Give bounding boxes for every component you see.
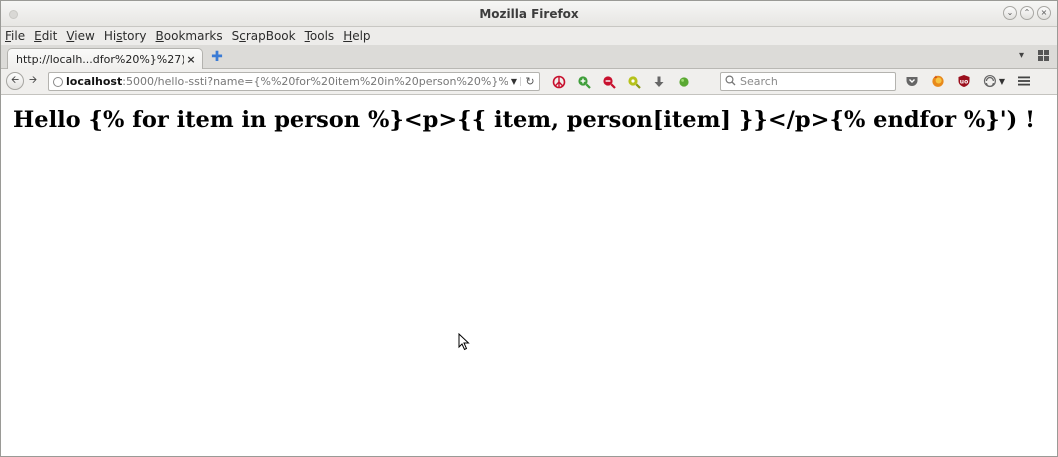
pocket-icon[interactable] (905, 74, 919, 88)
back-arrow-icon[interactable]: 🡨 (6, 72, 24, 90)
download-arrow-icon[interactable] (652, 75, 666, 89)
list-all-tabs-icon[interactable]: ▾ (1019, 50, 1024, 61)
menu-file[interactable]: File (5, 29, 25, 43)
window-title: Mozilla Firefox (479, 6, 579, 21)
tab-active[interactable]: http://localh...dfor%20%}%27) × (7, 48, 203, 69)
window-controls: ⌄ ⌃ × (1003, 6, 1051, 20)
page-content: Hello {% for item in person %}<p>{{ item… (1, 97, 1057, 456)
firefox-addon-icon[interactable] (931, 74, 945, 88)
zoom-in-icon[interactable] (577, 75, 591, 89)
svg-text:uo: uo (960, 78, 968, 85)
search-bar[interactable] (720, 72, 896, 91)
site-identity-icon[interactable] (53, 76, 63, 87)
hamburger-menu-icon[interactable] (1017, 74, 1031, 88)
search-icon (725, 74, 736, 89)
tab-strip-right: ▾ (1019, 50, 1049, 61)
mouse-pointer-icon (458, 332, 470, 355)
url-text[interactable]: localhost:5000/hello-ssti?name={%%20for%… (66, 75, 508, 88)
window-menu-icon[interactable] (9, 10, 18, 19)
menu-edit[interactable]: Edit (34, 29, 57, 43)
tab-strip: http://localh...dfor%20%}%27) × ✚ ▾ (1, 45, 1057, 69)
zoom-out-icon[interactable] (602, 75, 616, 89)
menu-bar: File Edit View History Bookmarks ScrapBo… (1, 27, 1057, 45)
page-heading: Hello {% for item in person %}<p>{{ item… (13, 107, 1036, 133)
tab-close-icon[interactable]: × (184, 53, 198, 66)
menu-bookmarks[interactable]: Bookmarks (156, 29, 223, 43)
title-bar: Mozilla Firefox ⌄ ⌃ × (1, 1, 1057, 27)
minimize-icon[interactable]: ⌄ (1003, 6, 1017, 20)
maximize-icon[interactable]: ⌃ (1020, 6, 1034, 20)
new-tab-icon[interactable]: ✚ (210, 50, 224, 64)
url-history-dropdown-icon[interactable]: ▼ (508, 77, 521, 86)
nav-buttons: 🡨 🡪 (6, 72, 40, 90)
navigation-toolbar: 🡨 🡪 localhost:5000/hello-ssti?name={%%20… (1, 69, 1057, 95)
zoom-reset-icon[interactable] (627, 75, 641, 89)
menu-history[interactable]: History (104, 29, 147, 43)
tab-label: http://localh...dfor%20%}%27) (16, 52, 184, 66)
toolbar-addons (552, 74, 691, 90)
green-status-icon[interactable] (677, 75, 691, 89)
tab-groups-icon[interactable] (1038, 50, 1049, 61)
sync-menu-icon[interactable]: ▼ (983, 74, 1005, 88)
close-window-icon[interactable]: × (1037, 6, 1051, 20)
peace-sign-icon[interactable] (552, 75, 566, 89)
ublock-shield-icon[interactable]: uo (957, 74, 971, 88)
reload-icon[interactable]: ↻ (521, 75, 539, 88)
menu-view[interactable]: View (66, 29, 94, 43)
search-input[interactable] (736, 75, 880, 88)
menu-tools[interactable]: Tools (305, 29, 335, 43)
url-bar[interactable]: localhost:5000/hello-ssti?name={%%20for%… (48, 72, 540, 91)
browser-window: Mozilla Firefox ⌄ ⌃ × File Edit View His… (0, 0, 1058, 457)
forward-arrow-icon[interactable]: 🡪 (26, 73, 40, 90)
menu-help[interactable]: Help (343, 29, 370, 43)
menu-scrapbook[interactable]: ScrapBook (232, 29, 296, 43)
toolbar-right-icons: uo ▼ (905, 74, 1031, 88)
